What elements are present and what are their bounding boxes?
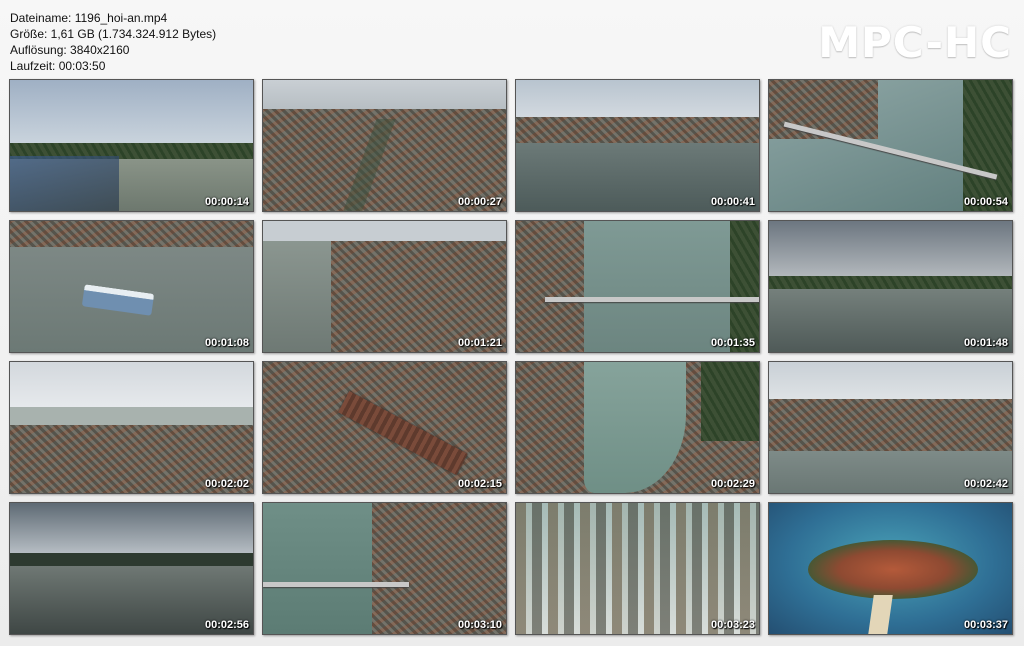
thumbnail-2[interactable]: 00:00:27 — [262, 79, 507, 212]
timestamp-label: 00:02:29 — [710, 478, 755, 490]
timestamp-label: 00:01:48 — [963, 337, 1008, 349]
thumbnail-5[interactable]: 00:01:08 — [9, 220, 254, 353]
timestamp-label: 00:00:41 — [710, 196, 755, 208]
thumbnail-12[interactable]: 00:02:42 — [768, 361, 1013, 494]
duration-line: Laufzeit: 00:03:50 — [10, 59, 106, 73]
thumbnail-image — [769, 362, 1012, 493]
filesize-line: Größe: 1,61 GB (1.734.324.912 Bytes) — [10, 27, 217, 41]
timestamp-label: 00:02:56 — [204, 619, 249, 631]
thumbnail-6[interactable]: 00:01:21 — [262, 220, 507, 353]
timestamp-label: 00:00:14 — [204, 196, 249, 208]
thumbnail-16[interactable]: 00:03:37 — [768, 502, 1013, 635]
thumbnail-image — [263, 362, 506, 493]
filename-line: Dateiname: 1196_hoi-an.mp4 — [10, 11, 168, 25]
timestamp-label: 00:03:10 — [457, 619, 502, 631]
thumbnail-image — [769, 503, 1012, 634]
resolution-line: Auflösung: 3840x2160 — [10, 43, 130, 57]
thumbnail-11[interactable]: 00:02:29 — [515, 361, 760, 494]
thumbnail-9[interactable]: 00:02:02 — [9, 361, 254, 494]
thumbnail-image — [516, 362, 759, 493]
timestamp-label: 00:02:42 — [963, 478, 1008, 490]
timestamp-label: 00:03:23 — [710, 619, 755, 631]
timestamp-label: 00:01:21 — [457, 337, 502, 349]
thumbnail-image — [263, 80, 506, 211]
mpc-hc-logo: MPC-HC — [818, 18, 1012, 67]
thumbnail-13[interactable]: 00:02:56 — [9, 502, 254, 635]
file-info-panel: Dateiname: 1196_hoi-an.mp4 Größe: 1,61 G… — [10, 10, 216, 74]
thumbnail-image — [516, 503, 759, 634]
thumbnail-image — [516, 80, 759, 211]
thumbnail-image — [10, 362, 253, 493]
thumbnail-image — [769, 80, 1012, 211]
thumbnail-10[interactable]: 00:02:15 — [262, 361, 507, 494]
thumbnail-image — [10, 80, 253, 211]
thumbnail-grid: 00:00:14 00:00:27 00:00:41 00:00:54 00:0… — [9, 79, 1013, 635]
timestamp-label: 00:01:08 — [204, 337, 249, 349]
thumbnail-image — [263, 503, 506, 634]
thumbnail-image — [10, 503, 253, 634]
thumbnail-7[interactable]: 00:01:35 — [515, 220, 760, 353]
thumbnail-3[interactable]: 00:00:41 — [515, 79, 760, 212]
thumbnail-8[interactable]: 00:01:48 — [768, 220, 1013, 353]
thumbnail-image — [516, 221, 759, 352]
thumbnail-15[interactable]: 00:03:23 — [515, 502, 760, 635]
timestamp-label: 00:00:27 — [457, 196, 502, 208]
timestamp-label: 00:02:15 — [457, 478, 502, 490]
thumbnail-image — [769, 221, 1012, 352]
thumbnail-1[interactable]: 00:00:14 — [9, 79, 254, 212]
thumbnail-image — [10, 221, 253, 352]
thumbnail-image — [263, 221, 506, 352]
thumbnail-4[interactable]: 00:00:54 — [768, 79, 1013, 212]
timestamp-label: 00:00:54 — [963, 196, 1008, 208]
thumbnail-14[interactable]: 00:03:10 — [262, 502, 507, 635]
timestamp-label: 00:01:35 — [710, 337, 755, 349]
timestamp-label: 00:03:37 — [963, 619, 1008, 631]
timestamp-label: 00:02:02 — [204, 478, 249, 490]
